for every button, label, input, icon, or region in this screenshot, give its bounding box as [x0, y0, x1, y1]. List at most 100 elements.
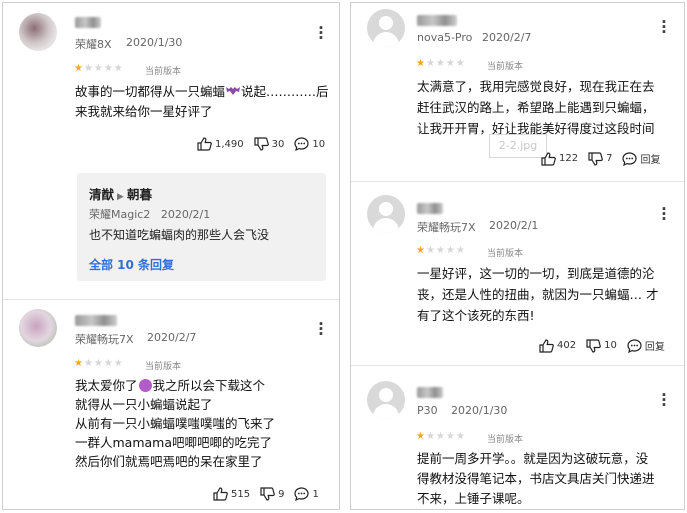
- like-count: 515: [231, 488, 251, 500]
- like-button[interactable]: 1,490: [197, 137, 244, 151]
- like-count: 1,490: [215, 138, 244, 150]
- comment-count: 10: [312, 138, 326, 150]
- more-vert-icon[interactable]: · · ·: [316, 21, 326, 46]
- review-text-line: 从前有一只小蝙蝠噗嗤噗嗤的飞来了: [75, 416, 276, 431]
- review-text-line: 就得从一只小蝙蝠说起了: [75, 397, 213, 412]
- like-count: 122: [559, 153, 579, 164]
- thumbs-down-icon: [260, 487, 275, 501]
- review-actions: 402 10 回复: [529, 338, 665, 353]
- all-replies-link[interactable]: 全部 10 条回复: [89, 256, 174, 273]
- right-screenshot: nova5-Pro 2020/2/7 · · · ★★★★★ 当前版本 太满意了，我…: [350, 2, 685, 510]
- review-text: 一星好评，这一切的一切，到底是道德的沦 丧，还是人性的扭曲，就因为一只蝙蝠… 才…: [417, 263, 658, 326]
- chevron-right-icon: ▶: [117, 192, 124, 202]
- reply-date: 2020/2/1: [160, 208, 211, 221]
- review-card: P30 2020/1/30 · · · ★★★★★ 当前版本 提前一周多开学。。就是…: [351, 367, 684, 509]
- comment-count: 1: [312, 488, 319, 500]
- avatar[interactable]: [367, 195, 405, 233]
- review-card: 荣耀畅玩7X 2020/2/1 · · · ★★★★★ 当前版本 一星好评，这一切的…: [351, 183, 684, 363]
- reply-button[interactable]: 回复: [622, 151, 660, 166]
- star-rating: ★★★★★: [74, 358, 124, 369]
- device-name: 荣耀畅玩7X: [75, 333, 134, 346]
- review-actions: 122 7 回复: [531, 151, 660, 166]
- avatar[interactable]: [19, 13, 57, 51]
- divider: [351, 365, 684, 366]
- device-name: P30: [417, 404, 438, 417]
- dislike-button[interactable]: 7: [588, 151, 613, 166]
- review-text: 太满意了，我用完感觉良好，现在我正在去 赶往武汉的路上，希望路上能遇到只蝙蝠， …: [417, 76, 655, 139]
- comment-button[interactable]: 1: [294, 487, 319, 501]
- review-text-line: 然后你们就焉吧焉吧的呆在家里了: [75, 454, 263, 469]
- star-icon: ★★★★: [425, 431, 466, 442]
- reply-text: 也不知道吃蝙蝠肉的那些人会飞没: [89, 228, 270, 242]
- dislike-count: 9: [278, 488, 285, 500]
- avatar[interactable]: [19, 309, 57, 347]
- username-blurred: [75, 17, 101, 28]
- version-label: 当前版本: [487, 249, 524, 259]
- version-label: 当前版本: [145, 67, 182, 77]
- like-button[interactable]: 515: [213, 487, 250, 501]
- thumbs-down-icon: [588, 151, 603, 166]
- comment-button[interactable]: 10: [294, 137, 325, 151]
- dislike-count: 30: [271, 138, 285, 150]
- reply-label: 回复: [644, 342, 665, 353]
- review-card: nova5-Pro 2020/2/7 · · · ★★★★★ 当前版本 太满意了，我…: [351, 3, 684, 179]
- more-vert-icon[interactable]: · · ·: [659, 388, 669, 413]
- review-date: 2020/2/7: [147, 331, 197, 344]
- reply-author: 清猷: [89, 187, 115, 202]
- star-icon: ★★★★: [83, 358, 124, 369]
- reply-button[interactable]: 回复: [627, 338, 665, 353]
- review-date: 2020/2/1: [489, 219, 539, 232]
- thumbs-up-icon: [541, 151, 556, 166]
- version-label: 当前版本: [145, 362, 182, 372]
- reply-device-date: 荣耀Magic2 2020/2/1: [89, 206, 210, 222]
- avatar[interactable]: [367, 9, 405, 47]
- thumbs-up-icon: [213, 487, 228, 501]
- avatar[interactable]: [367, 381, 405, 419]
- reply-preview[interactable]: 清猷 ▶ 朝暮 荣耀Magic2 2020/2/1 也不知道吃蝙蝠肉的那些人会飞没 …: [77, 173, 326, 281]
- username-blurred: [417, 387, 443, 398]
- review-text-line: 一群人mamama吧唧吧唧的吃完了: [75, 435, 273, 450]
- dislike-button[interactable]: 30: [254, 137, 285, 151]
- dislike-button[interactable]: 9: [260, 487, 284, 501]
- review-text-line: 我之所以会下载这个: [152, 378, 266, 393]
- version-label: 当前版本: [487, 62, 524, 72]
- review-text: 我太爱你了 我之所以会下载这个 就得从一只小蝙蝠说起了 从前有一只小蝙蝠噗嗤噗嗤的…: [75, 376, 275, 471]
- like-button[interactable]: 122: [541, 151, 579, 166]
- review-actions: 1,490 30 10: [187, 137, 325, 151]
- like-button[interactable]: 402: [539, 338, 577, 353]
- device-name: nova5-Pro: [417, 31, 473, 44]
- star-rating: ★★★★★: [416, 431, 466, 442]
- star-icon: ★: [416, 431, 426, 442]
- review-text-line: 来我就来给你一星好评了: [75, 104, 213, 119]
- dislike-count: 7: [606, 153, 613, 164]
- review-card: 荣耀8X 2020/1/30 · · · ★★★★★ 当前版本 故事的一切都得从一只…: [3, 3, 339, 303]
- comment-icon: [294, 487, 310, 501]
- emoji-icon: [138, 379, 152, 392]
- review-text-line: 得教材没得笔记本，书店文具店关门快递进: [417, 471, 655, 486]
- review-date: 2020/2/7: [482, 31, 532, 44]
- review-text-line: 提前一周多开学。。就是因为这破玩意，没: [417, 451, 649, 466]
- review-card: 荣耀畅玩7X 2020/2/7 · · · ★★★★★ 当前版本 我太爱你了 我之所以…: [3, 303, 339, 509]
- reply-device: 荣耀Magic2: [89, 208, 151, 221]
- star-icon: ★: [416, 58, 426, 69]
- more-vert-icon[interactable]: · · ·: [659, 202, 669, 227]
- review-text-line: 我太爱你了: [75, 378, 138, 393]
- comment-icon: [294, 137, 309, 151]
- reply-label: 回复: [640, 155, 661, 166]
- star-icon: ★★★★: [83, 63, 124, 74]
- review-text-line: 不来，上锤子课呢。: [417, 491, 530, 506]
- more-vert-icon[interactable]: · · ·: [659, 15, 669, 40]
- like-count: 402: [557, 340, 577, 351]
- review-date: 2020/1/30: [451, 404, 508, 417]
- reply-header: 清猷 ▶ 朝暮: [89, 184, 152, 203]
- star-icon: ★: [74, 63, 84, 74]
- dislike-button[interactable]: 10: [586, 338, 617, 353]
- review-text-line: 一星好评，这一切的一切，到底是道德的沦: [417, 266, 655, 281]
- review-text: 提前一周多开学。。就是因为这破玩意，没 得教材没得笔记本，书店文具店关门快递进 …: [417, 449, 655, 509]
- review-text: 故事的一切都得从一只蝙蝠 说起…………后 来我就来给你一星好评了: [75, 82, 329, 122]
- more-vert-icon[interactable]: · · ·: [316, 317, 326, 342]
- username-blurred: [75, 315, 117, 326]
- reply-target: 朝暮: [126, 187, 152, 202]
- star-rating: ★★★★★: [74, 63, 124, 74]
- star-icon: ★: [416, 245, 426, 256]
